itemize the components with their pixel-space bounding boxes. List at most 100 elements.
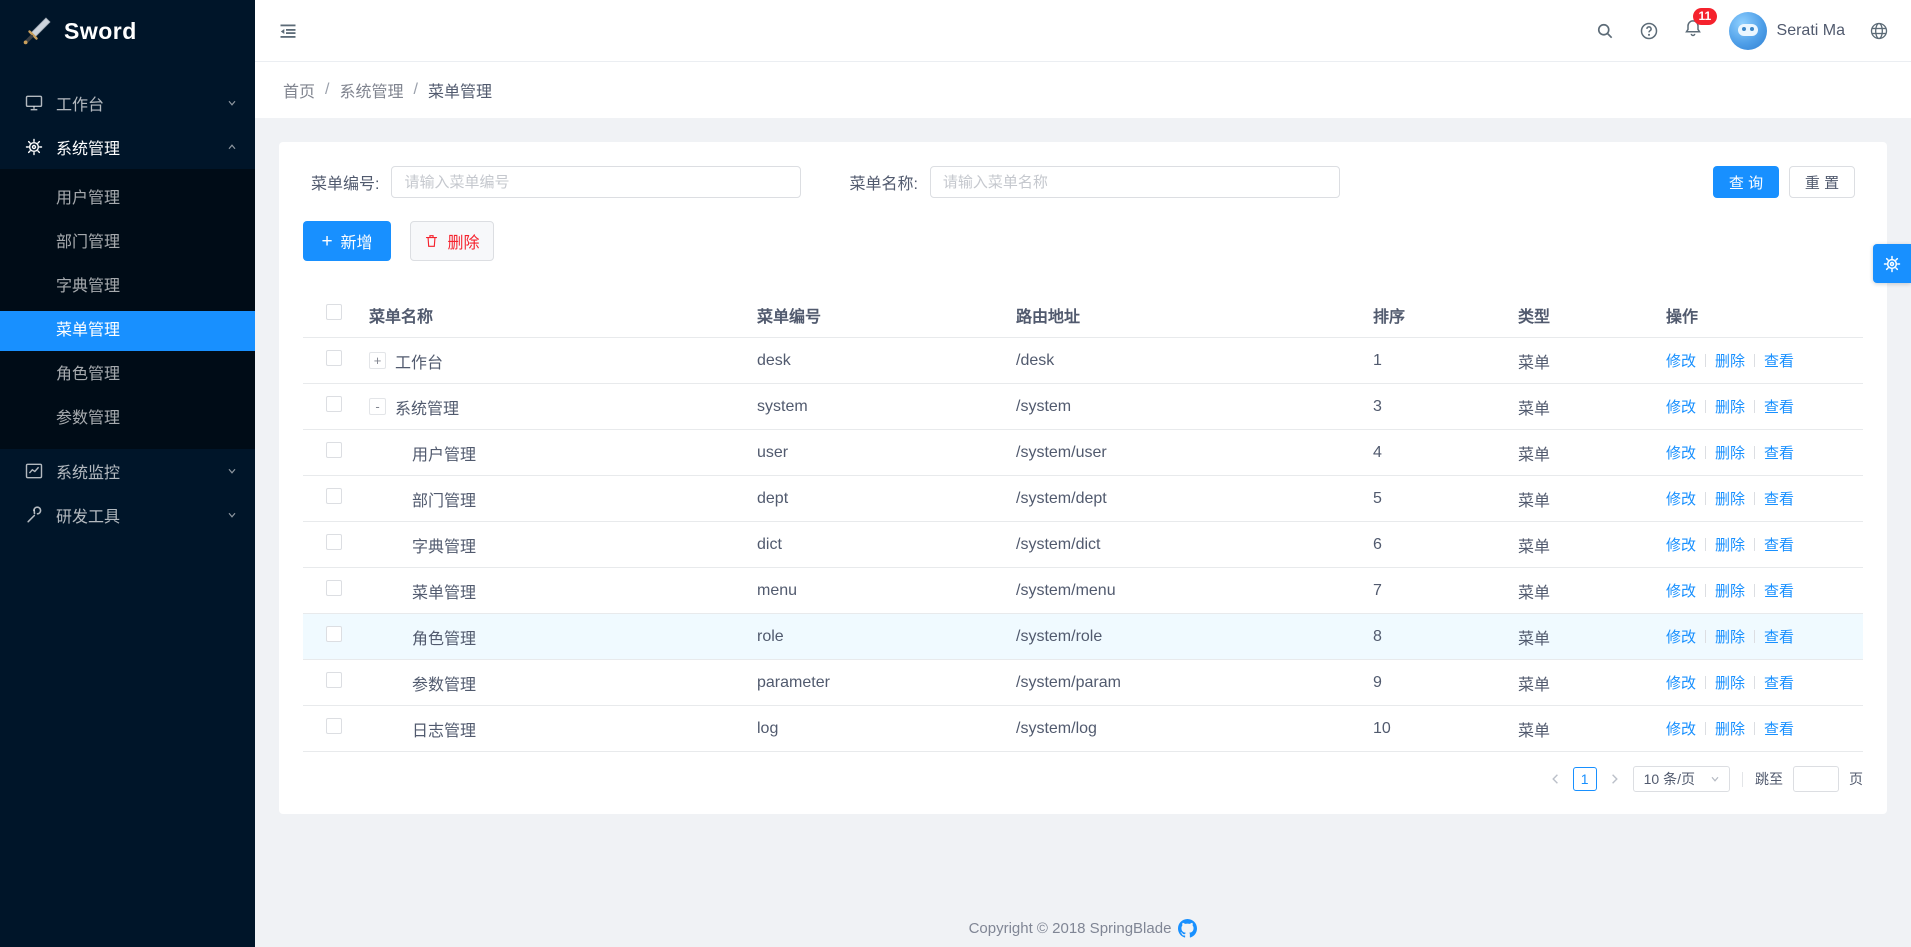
notifications-button[interactable]: 11: [1683, 18, 1703, 43]
app-title: Sword: [64, 18, 137, 45]
settings-drawer-button[interactable]: [1873, 244, 1911, 283]
next-page-icon[interactable]: [1607, 772, 1621, 786]
edit-link[interactable]: 修改: [1666, 718, 1696, 739]
delete-link[interactable]: 删除: [1715, 626, 1745, 647]
sidebar-item-label: 系统管理: [56, 135, 226, 159]
delete-button-label: 删除: [447, 229, 479, 253]
edit-link[interactable]: 修改: [1666, 396, 1696, 417]
view-link[interactable]: 查看: [1764, 672, 1794, 693]
search-button[interactable]: 查 询: [1713, 166, 1779, 198]
sidebar-item-dept-mgmt[interactable]: 部门管理: [0, 223, 255, 263]
breadcrumb-home[interactable]: 首页: [283, 78, 315, 102]
sort-value: 10: [1373, 720, 1518, 738]
collapse-toggle[interactable]: -: [369, 398, 386, 415]
table-header-row: 菜单名称 菜单编号 路由地址 排序 类型 操作: [303, 292, 1863, 338]
route-path: /system/param: [1016, 674, 1373, 692]
gear-icon: [24, 137, 44, 157]
delete-link[interactable]: 删除: [1715, 534, 1745, 555]
breadcrumb-system[interactable]: 系统管理: [339, 78, 403, 102]
user-name[interactable]: Serati Ma: [1777, 22, 1845, 40]
row-checkbox[interactable]: [326, 442, 342, 458]
menu-name-input[interactable]: [930, 166, 1340, 198]
delete-link[interactable]: 删除: [1715, 580, 1745, 601]
edit-link[interactable]: 修改: [1666, 626, 1696, 647]
delete-link[interactable]: 删除: [1715, 488, 1745, 509]
delete-link[interactable]: 删除: [1715, 718, 1745, 739]
view-link[interactable]: 查看: [1764, 580, 1794, 601]
delete-link[interactable]: 删除: [1715, 442, 1745, 463]
row-checkbox[interactable]: [326, 488, 342, 504]
delete-link[interactable]: 删除: [1715, 350, 1745, 371]
breadcrumb-separator: /: [325, 81, 329, 99]
sidebar-submenu-system: 用户管理 部门管理 字典管理 菜单管理 角色管理 参数管理: [0, 169, 255, 449]
help-icon[interactable]: [1639, 21, 1659, 41]
table-row: 菜单管理 menu /system/menu 7 菜单 修改删除查看: [303, 568, 1863, 614]
copyright-text: Copyright © 2018 SpringBlade: [969, 920, 1172, 937]
menu-name: 角色管理: [358, 625, 757, 649]
action-divider: [1705, 676, 1706, 689]
sidebar-item-user-mgmt[interactable]: 用户管理: [0, 179, 255, 219]
page-size-select[interactable]: 10 条/页: [1633, 766, 1730, 792]
sidebar-item-param-mgmt[interactable]: 参数管理: [0, 399, 255, 439]
delete-button[interactable]: 删除: [410, 221, 494, 261]
row-checkbox[interactable]: [326, 718, 342, 734]
row-checkbox[interactable]: [326, 672, 342, 688]
edit-link[interactable]: 修改: [1666, 580, 1696, 601]
sidebar-item-monitor[interactable]: 系统监控: [0, 449, 255, 493]
type-value: 菜单: [1518, 349, 1666, 373]
add-button[interactable]: + 新增: [303, 221, 391, 261]
sidebar-item-system[interactable]: 系统管理: [0, 125, 255, 169]
search-icon[interactable]: [1595, 21, 1615, 41]
row-checkbox[interactable]: [326, 396, 342, 412]
prev-page-icon[interactable]: [1549, 772, 1563, 786]
expand-toggle[interactable]: +: [369, 352, 386, 369]
delete-link[interactable]: 删除: [1715, 672, 1745, 693]
app-layout: Sword 工作台: [0, 0, 1911, 947]
table-row: 日志管理 log /system/log 10 菜单 修改删除查看: [303, 706, 1863, 752]
edit-link[interactable]: 修改: [1666, 488, 1696, 509]
globe-icon[interactable]: [1869, 21, 1889, 41]
view-link[interactable]: 查看: [1764, 626, 1794, 647]
topbar-actions: 11 Serati Ma: [1595, 12, 1889, 50]
row-checkbox[interactable]: [326, 580, 342, 596]
sidebar-item-devtools[interactable]: 研发工具: [0, 493, 255, 537]
github-icon[interactable]: [1178, 919, 1197, 938]
jump-page-input[interactable]: [1793, 766, 1839, 792]
view-link[interactable]: 查看: [1764, 442, 1794, 463]
view-link[interactable]: 查看: [1764, 488, 1794, 509]
type-value: 菜单: [1518, 625, 1666, 649]
edit-link[interactable]: 修改: [1666, 442, 1696, 463]
row-checkbox[interactable]: [326, 350, 342, 366]
view-link[interactable]: 查看: [1764, 396, 1794, 417]
delete-link[interactable]: 删除: [1715, 396, 1745, 417]
page-size-value: 10 条/页: [1644, 769, 1695, 789]
sidebar-item-dict-mgmt[interactable]: 字典管理: [0, 267, 255, 307]
view-link[interactable]: 查看: [1764, 718, 1794, 739]
action-divider: [1754, 584, 1755, 597]
action-divider: [1705, 630, 1706, 643]
view-link[interactable]: 查看: [1764, 534, 1794, 555]
column-header-code: 菜单编号: [757, 303, 1016, 327]
row-checkbox[interactable]: [326, 626, 342, 642]
view-link[interactable]: 查看: [1764, 350, 1794, 371]
sidebar-item-workbench[interactable]: 工作台: [0, 81, 255, 125]
menu-code-input[interactable]: [391, 166, 801, 198]
type-value: 菜单: [1518, 395, 1666, 419]
edit-link[interactable]: 修改: [1666, 534, 1696, 555]
settings-gear-icon: [1882, 254, 1902, 274]
select-all-checkbox[interactable]: [326, 304, 342, 320]
reset-button[interactable]: 重 置: [1789, 166, 1855, 198]
sidebar-item-menu-mgmt[interactable]: 菜单管理: [0, 311, 255, 351]
edit-link[interactable]: 修改: [1666, 350, 1696, 371]
action-divider: [1754, 446, 1755, 459]
edit-link[interactable]: 修改: [1666, 672, 1696, 693]
sort-value: 1: [1373, 352, 1518, 370]
menu-code: dept: [757, 490, 1016, 508]
menu-code: log: [757, 720, 1016, 738]
row-checkbox[interactable]: [326, 534, 342, 550]
sidebar-item-role-mgmt[interactable]: 角色管理: [0, 355, 255, 395]
avatar[interactable]: [1729, 12, 1767, 50]
page-number-button[interactable]: 1: [1573, 767, 1597, 791]
menu-fold-icon[interactable]: [278, 21, 298, 41]
type-value: 菜单: [1518, 671, 1666, 695]
